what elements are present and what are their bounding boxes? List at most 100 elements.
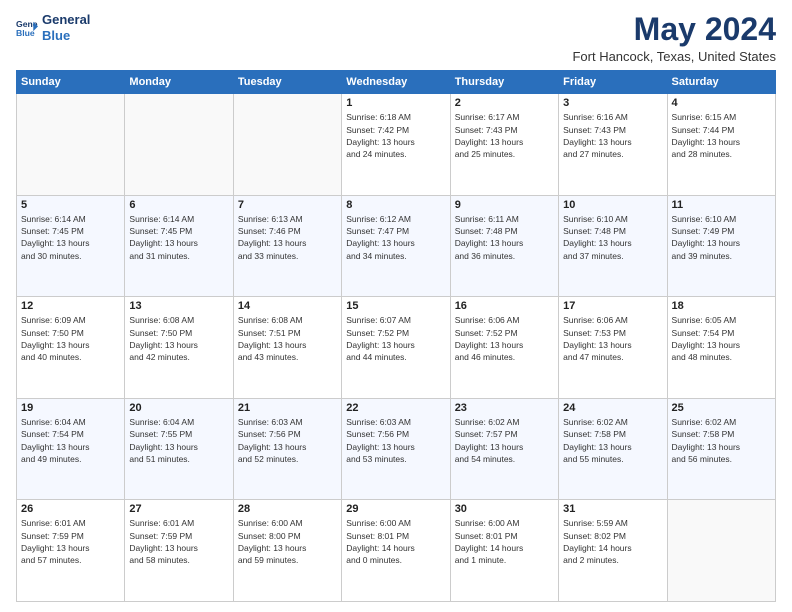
calendar-cell-w2-d6: 10 Sunrise: 6:10 AM Sunset: 7:48 PM Dayli… (559, 195, 667, 297)
calendar-cell-w4-d6: 24Sunrise: 6:02 AM Sunset: 7:58 PM Dayli… (559, 398, 667, 500)
calendar-cell-w1-d2 (125, 94, 233, 196)
calendar-week-4: 19Sunrise: 6:04 AM Sunset: 7:54 PM Dayli… (17, 398, 776, 500)
day-info: Sunrise: 6:06 AM Sunset: 7:53 PM Dayligh… (563, 314, 662, 363)
day-info: Sunrise: 6:12 AM Sunset: 7:47 PM Dayligh… (346, 213, 445, 262)
day-number: 26 (21, 503, 120, 515)
calendar-cell-w3-d6: 17 Sunrise: 6:06 AM Sunset: 7:53 PM Dayli… (559, 297, 667, 399)
day-info: Sunrise: 6:13 AM Sunset: 7:46 PM Dayligh… (238, 213, 337, 262)
col-tuesday: Tuesday (233, 71, 341, 94)
col-wednesday: Wednesday (342, 71, 450, 94)
calendar-cell-w1-d6: 3Sunrise: 6:16 AM Sunset: 7:43 PM Daylig… (559, 94, 667, 196)
calendar-cell-w1-d7: 4 Sunrise: 6:15 AM Sunset: 7:44 PM Daylig… (667, 94, 775, 196)
logo-line1: General (42, 12, 90, 28)
calendar-cell-w2-d5: 9 Sunrise: 6:11 AM Sunset: 7:48 PM Daylig… (450, 195, 558, 297)
day-number: 12 (21, 300, 120, 312)
day-number: 7 (238, 199, 337, 211)
main-title: May 2024 (572, 12, 776, 47)
calendar-week-2: 5 Sunrise: 6:14 AM Sunset: 7:45 PM Daylig… (17, 195, 776, 297)
day-info: Sunrise: 6:11 AM Sunset: 7:48 PM Dayligh… (455, 213, 554, 262)
day-number: 16 (455, 300, 554, 312)
calendar-header-row: Sunday Monday Tuesday Wednesday Thursday… (17, 71, 776, 94)
col-sunday: Sunday (17, 71, 125, 94)
day-info: Sunrise: 6:01 AM Sunset: 7:59 PM Dayligh… (129, 517, 228, 566)
calendar-cell-w2-d3: 7 Sunrise: 6:13 AM Sunset: 7:46 PM Daylig… (233, 195, 341, 297)
calendar-cell-w4-d7: 25 Sunrise: 6:02 AM Sunset: 7:58 PM Dayli… (667, 398, 775, 500)
svg-text:Blue: Blue (16, 27, 35, 37)
day-number: 14 (238, 300, 337, 312)
day-number: 6 (129, 199, 228, 211)
calendar-cell-w2-d2: 6 Sunrise: 6:14 AM Sunset: 7:45 PM Daylig… (125, 195, 233, 297)
day-number: 2 (455, 97, 554, 109)
day-number: 9 (455, 199, 554, 211)
calendar-cell-w1-d1 (17, 94, 125, 196)
day-info: Sunrise: 6:04 AM Sunset: 7:55 PM Dayligh… (129, 416, 228, 465)
calendar-cell-w5-d2: 27 Sunrise: 6:01 AM Sunset: 7:59 PM Dayli… (125, 500, 233, 602)
day-info: Sunrise: 5:59 AM Sunset: 8:02 PM Dayligh… (563, 517, 662, 566)
calendar-cell-w4-d4: 22Sunrise: 6:03 AM Sunset: 7:56 PM Dayli… (342, 398, 450, 500)
day-number: 19 (21, 402, 120, 414)
calendar-cell-w5-d1: 26 Sunrise: 6:01 AM Sunset: 7:59 PM Dayli… (17, 500, 125, 602)
day-number: 22 (346, 402, 445, 414)
day-info: Sunrise: 6:09 AM Sunset: 7:50 PM Dayligh… (21, 314, 120, 363)
day-number: 17 (563, 300, 662, 312)
day-number: 20 (129, 402, 228, 414)
calendar-cell-w5-d3: 28 Sunrise: 6:00 AM Sunset: 8:00 PM Dayli… (233, 500, 341, 602)
day-info: Sunrise: 6:03 AM Sunset: 7:56 PM Dayligh… (238, 416, 337, 465)
day-number: 25 (672, 402, 771, 414)
day-info: Sunrise: 6:06 AM Sunset: 7:52 PM Dayligh… (455, 314, 554, 363)
calendar-cell-w5-d7 (667, 500, 775, 602)
calendar-cell-w5-d6: 31 Sunrise: 5:59 AM Sunset: 8:02 PM Dayli… (559, 500, 667, 602)
day-number: 5 (21, 199, 120, 211)
day-number: 15 (346, 300, 445, 312)
calendar-cell-w5-d4: 29Sunrise: 6:00 AM Sunset: 8:01 PM Dayli… (342, 500, 450, 602)
day-number: 13 (129, 300, 228, 312)
day-info: Sunrise: 6:02 AM Sunset: 7:58 PM Dayligh… (672, 416, 771, 465)
day-number: 10 (563, 199, 662, 211)
day-number: 30 (455, 503, 554, 515)
calendar-cell-w3-d7: 18Sunrise: 6:05 AM Sunset: 7:54 PM Dayli… (667, 297, 775, 399)
logo-icon: General Blue (16, 17, 38, 39)
day-info: Sunrise: 6:00 AM Sunset: 8:00 PM Dayligh… (238, 517, 337, 566)
day-number: 11 (672, 199, 771, 211)
header: General Blue General Blue May 2024 Fort … (16, 12, 776, 64)
calendar-cell-w3-d2: 13 Sunrise: 6:08 AM Sunset: 7:50 PM Dayli… (125, 297, 233, 399)
calendar-cell-w4-d3: 21 Sunrise: 6:03 AM Sunset: 7:56 PM Dayli… (233, 398, 341, 500)
day-info: Sunrise: 6:00 AM Sunset: 8:01 PM Dayligh… (455, 517, 554, 566)
day-info: Sunrise: 6:02 AM Sunset: 7:57 PM Dayligh… (455, 416, 554, 465)
day-info: Sunrise: 6:16 AM Sunset: 7:43 PM Dayligh… (563, 111, 662, 160)
day-info: Sunrise: 6:18 AM Sunset: 7:42 PM Dayligh… (346, 111, 445, 160)
calendar-cell-w4-d1: 19Sunrise: 6:04 AM Sunset: 7:54 PM Dayli… (17, 398, 125, 500)
day-number: 1 (346, 97, 445, 109)
day-number: 23 (455, 402, 554, 414)
logo: General Blue General Blue (16, 12, 90, 43)
calendar-cell-w3-d5: 16 Sunrise: 6:06 AM Sunset: 7:52 PM Dayli… (450, 297, 558, 399)
title-area: May 2024 Fort Hancock, Texas, United Sta… (572, 12, 776, 64)
calendar-cell-w2-d4: 8Sunrise: 6:12 AM Sunset: 7:47 PM Daylig… (342, 195, 450, 297)
day-info: Sunrise: 6:08 AM Sunset: 7:50 PM Dayligh… (129, 314, 228, 363)
calendar-cell-w1-d5: 2Sunrise: 6:17 AM Sunset: 7:43 PM Daylig… (450, 94, 558, 196)
col-saturday: Saturday (667, 71, 775, 94)
day-number: 21 (238, 402, 337, 414)
day-info: Sunrise: 6:01 AM Sunset: 7:59 PM Dayligh… (21, 517, 120, 566)
calendar-table: Sunday Monday Tuesday Wednesday Thursday… (16, 70, 776, 602)
calendar-cell-w1-d3 (233, 94, 341, 196)
day-number: 28 (238, 503, 337, 515)
day-number: 31 (563, 503, 662, 515)
calendar-cell-w4-d2: 20 Sunrise: 6:04 AM Sunset: 7:55 PM Dayli… (125, 398, 233, 500)
page: General Blue General Blue May 2024 Fort … (0, 0, 792, 612)
day-number: 4 (672, 97, 771, 109)
calendar-week-5: 26 Sunrise: 6:01 AM Sunset: 7:59 PM Dayli… (17, 500, 776, 602)
day-info: Sunrise: 6:10 AM Sunset: 7:48 PM Dayligh… (563, 213, 662, 262)
calendar-week-1: 1 Sunrise: 6:18 AM Sunset: 7:42 PM Daylig… (17, 94, 776, 196)
day-info: Sunrise: 6:08 AM Sunset: 7:51 PM Dayligh… (238, 314, 337, 363)
col-friday: Friday (559, 71, 667, 94)
day-number: 27 (129, 503, 228, 515)
calendar-cell-w1-d4: 1 Sunrise: 6:18 AM Sunset: 7:42 PM Daylig… (342, 94, 450, 196)
day-info: Sunrise: 6:05 AM Sunset: 7:54 PM Dayligh… (672, 314, 771, 363)
day-info: Sunrise: 6:14 AM Sunset: 7:45 PM Dayligh… (21, 213, 120, 262)
day-number: 29 (346, 503, 445, 515)
day-info: Sunrise: 6:15 AM Sunset: 7:44 PM Dayligh… (672, 111, 771, 160)
day-info: Sunrise: 6:07 AM Sunset: 7:52 PM Dayligh… (346, 314, 445, 363)
col-thursday: Thursday (450, 71, 558, 94)
day-info: Sunrise: 6:14 AM Sunset: 7:45 PM Dayligh… (129, 213, 228, 262)
